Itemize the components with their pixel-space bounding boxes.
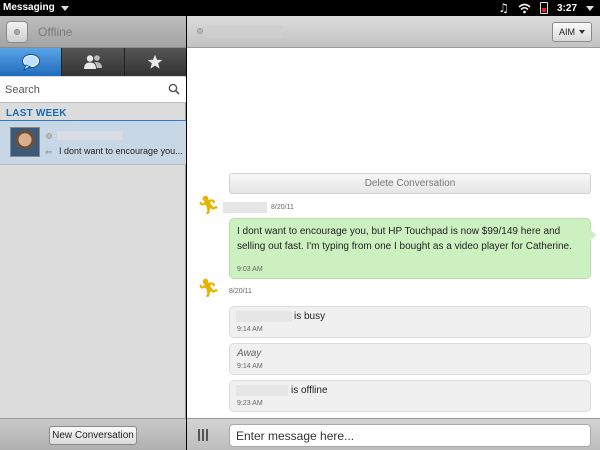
- buddy-name-redacted: [57, 131, 123, 140]
- aim-running-man-icon: 🏃︎: [197, 195, 220, 216]
- clock: 3:27: [556, 2, 577, 14]
- message-text: I dont want to encourage you, but HP Tou…: [237, 226, 572, 252]
- service-select[interactable]: AIM: [552, 22, 592, 42]
- status-menu-caret-icon: [586, 5, 594, 11]
- contact-name-redacted: [207, 25, 283, 38]
- message-time: 9:14 AM: [237, 363, 263, 370]
- tab-conversations[interactable]: [0, 48, 63, 76]
- sidebar-tabs: [0, 48, 186, 76]
- conversation-preview: I dont want to encourage you...: [59, 146, 183, 156]
- chat-pane: AIM Delete Conversation 🏃︎ 8/20/11 I don…: [187, 16, 600, 450]
- contact-name-redacted: [236, 311, 292, 322]
- status-message-bubble: is offline 9:23 AM: [229, 380, 591, 412]
- contact-name-redacted: [236, 385, 288, 396]
- status-text: is offline: [291, 385, 328, 396]
- aim-running-man-icon: 🏃︎: [197, 278, 220, 299]
- presence-header: Offline: [0, 16, 186, 48]
- presence-status: Offline: [38, 25, 73, 39]
- presence-button[interactable]: [6, 21, 28, 43]
- app-menu-caret-icon: [60, 5, 69, 11]
- service-label: AIM: [558, 27, 575, 37]
- message-time: 9:14 AM: [237, 326, 263, 333]
- sender-name-redacted: [223, 202, 267, 213]
- star-icon: [148, 54, 163, 69]
- reply-arrow-icon: ⇐: [45, 147, 53, 157]
- wifi-icon: [518, 3, 531, 13]
- conversation-list-pane: Offline Search LAST WEEK ⇐ I dont want t…: [0, 16, 186, 450]
- compose-bar: [187, 418, 600, 450]
- drag-handle-icon[interactable]: [198, 429, 208, 441]
- chat-bubble-icon: [21, 54, 40, 71]
- chat-header: AIM: [187, 16, 600, 48]
- status-indicators[interactable]: ♫ 3:27: [498, 1, 594, 15]
- music-note-icon: ♫: [498, 1, 509, 15]
- message-date: 8/20/11: [271, 204, 294, 211]
- status-text: Away: [237, 348, 262, 359]
- app-menu[interactable]: Messaging: [3, 2, 69, 13]
- tab-favorites[interactable]: [124, 48, 186, 76]
- message-time: 9:03 AM: [237, 266, 263, 273]
- avatar: [10, 127, 40, 157]
- status-message-bubble: Away 9:14 AM: [229, 343, 591, 375]
- buddies-icon: [83, 55, 102, 69]
- sidebar-footer: New Conversation: [0, 418, 186, 450]
- section-heading: LAST WEEK: [6, 108, 67, 119]
- message-input[interactable]: [229, 424, 591, 447]
- service-dropdown-caret-icon: [579, 30, 585, 34]
- search-bar: [0, 77, 186, 103]
- sent-message-bubble: I dont want to encourage you, but HP Tou…: [229, 218, 596, 279]
- status-message-bubble: is busy 9:14 AM: [229, 306, 591, 338]
- new-conversation-button[interactable]: New Conversation: [49, 426, 137, 445]
- message-time: 9:23 AM: [237, 400, 263, 407]
- search-input[interactable]: [0, 77, 160, 102]
- bubble-tail: [590, 229, 596, 241]
- battery-icon: [539, 2, 548, 14]
- contact-presence-icon: [197, 28, 203, 34]
- presence-dot-icon: [14, 29, 20, 35]
- message-date: 8/20/11: [229, 288, 252, 295]
- buddy-presence-icon: [46, 133, 52, 139]
- status-text: is busy: [294, 311, 326, 322]
- conversation-list-item[interactable]: ⇐ I dont want to encourage you...: [0, 121, 186, 165]
- search-icon[interactable]: [168, 83, 180, 95]
- delete-conversation-button[interactable]: Delete Conversation: [229, 173, 591, 194]
- tab-buddies[interactable]: [62, 48, 125, 76]
- system-status-bar: Messaging ♫ 3:27: [0, 0, 600, 16]
- app-name: Messaging: [3, 2, 55, 13]
